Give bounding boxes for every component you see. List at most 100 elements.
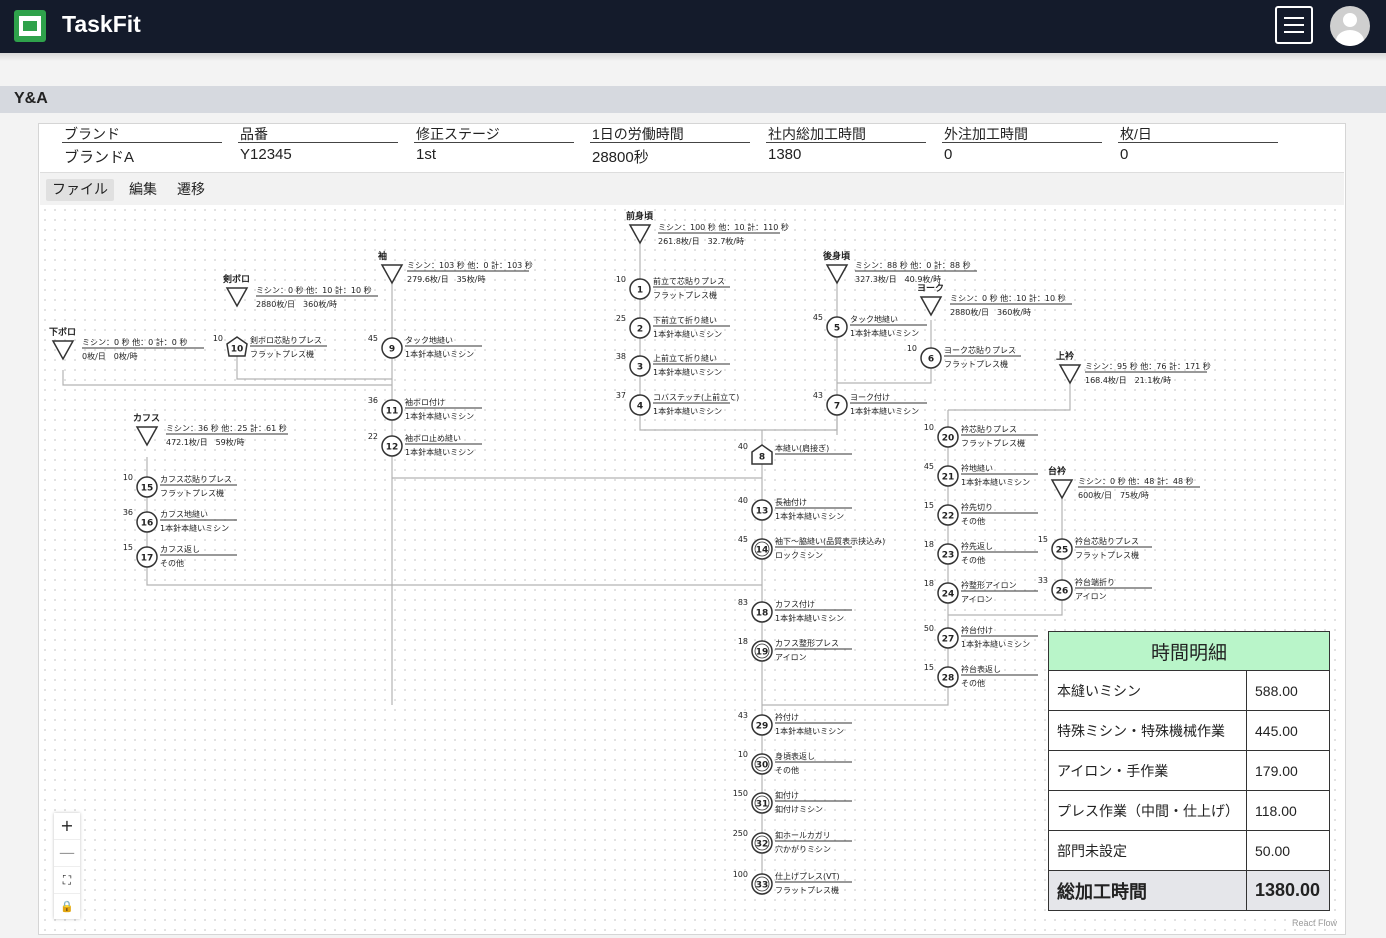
part-triangle-icon bbox=[225, 287, 249, 308]
operation-name: 衿台端折り bbox=[1075, 577, 1115, 587]
zoom-in-button[interactable]: + bbox=[54, 813, 80, 840]
operation-time: 43 bbox=[738, 711, 748, 720]
part-time-summary: ミシン：88 秒 他：0 計：88 秒 bbox=[855, 260, 971, 270]
operation-node[interactable]: 24 18 衿整形アイロンアイロン bbox=[924, 579, 1038, 604]
operation-name: 衿先切り bbox=[961, 502, 993, 512]
operation-time: 15 bbox=[1038, 535, 1048, 544]
part-node[interactable]: ヨークミシン：0 秒 他：10 計：10 秒 2880枚/日 360枚/時 bbox=[917, 283, 1072, 317]
operation-node[interactable]: 13 40 長袖付け 1本針本縫いミシン bbox=[738, 496, 852, 521]
row-value: 118.00 bbox=[1246, 790, 1330, 831]
operation-node[interactable]: 3 38 上前立て折り縫い 1本針本縫いミシン bbox=[616, 352, 730, 377]
part-node[interactable]: 剣ボロミシン：0 秒 他：10 計：10 秒 2880枚/日 360枚/時 bbox=[222, 273, 378, 309]
operation-node[interactable]: 4 37 コバステッチ(上前立て) 1本針本縫いミシン bbox=[616, 391, 739, 416]
operation-name: 衿芯貼りプレス bbox=[961, 424, 1017, 434]
operation-machine: 1本針本縫いミシン bbox=[160, 523, 229, 533]
operation-number: 4 bbox=[637, 402, 643, 412]
operation-name: 袖ボロ止め縫い bbox=[405, 433, 461, 443]
operation-machine: 1本針本縫いミシン bbox=[775, 726, 844, 736]
part-node[interactable]: 前身頃ミシン：100 秒 他：10 計：110 秒 261.8枚/日 32.7枚/… bbox=[626, 210, 789, 246]
part-node[interactable]: 下ボロミシン：0 秒 他：0 計：0 秒 0枚/日 0枚/時 bbox=[49, 326, 204, 361]
operation-machine: 1本針本縫いミシン bbox=[961, 477, 1030, 487]
operation-number: 26 bbox=[1056, 587, 1069, 597]
operation-node[interactable]: 5 45 タック地縫い 1本針本縫いミシン bbox=[813, 313, 927, 338]
part-triangle-icon bbox=[825, 264, 849, 285]
part-time-summary: ミシン：36 秒 他：25 計：61 秒 bbox=[166, 423, 287, 433]
react-flow-attribution[interactable]: React Flow bbox=[1292, 918, 1337, 928]
operation-node[interactable]: 28 15 衿台表返しその他 bbox=[924, 663, 1038, 688]
hamburger-menu-button[interactable] bbox=[1275, 6, 1313, 44]
operation-node[interactable]: 10 10 剣ボロ芯貼りプレスフラットプレス機 bbox=[213, 334, 327, 359]
operation-node[interactable]: 1 10 前立て芯貼りプレスフラットプレス機 bbox=[616, 275, 730, 300]
operation-node[interactable]: 15 10 カフス芯貼りプレスフラットプレス機 bbox=[123, 473, 237, 498]
operation-node[interactable]: 18 83 カフス付け 1本針本縫いミシン bbox=[738, 598, 852, 623]
operation-machine: その他 bbox=[961, 516, 985, 526]
zoom-out-button[interactable]: — bbox=[54, 840, 80, 867]
operation-time: 10 bbox=[738, 750, 748, 759]
table-row: アイロン・手作業 179.00 bbox=[1048, 750, 1330, 791]
operation-node[interactable]: 30 10 身頃表返しその他 bbox=[738, 750, 852, 775]
part-node[interactable]: 袖ミシン：103 秒 他：0 計：103 秒 279.6枚/日 35枚/時 bbox=[377, 250, 533, 285]
operation-node[interactable]: 25 15 衿台芯貼りプレスフラットプレス機 bbox=[1038, 535, 1152, 560]
operation-node[interactable]: 7 43 ヨーク付け 1本針本縫いミシン bbox=[813, 391, 927, 416]
operation-number: 28 bbox=[942, 674, 955, 684]
operation-node[interactable]: 33 100 仕上げプレス(VT) フラットプレス機 bbox=[733, 870, 852, 895]
operation-number: 7 bbox=[834, 402, 840, 412]
operation-time: 45 bbox=[924, 462, 934, 471]
app-name[interactable]: TaskFit bbox=[62, 11, 141, 38]
operation-time: 18 bbox=[924, 540, 934, 549]
operation-node[interactable]: 22 15 衿先切りその他 bbox=[924, 501, 1038, 526]
part-node[interactable]: 後身頃ミシン：88 秒 他：0 計：88 秒 327.3枚/日 40.9枚/時 bbox=[823, 250, 977, 285]
time-breakdown-title: 時間明細 bbox=[1048, 631, 1330, 671]
operation-node[interactable]: 23 18 衿先返しその他 bbox=[924, 540, 1038, 565]
operation-node[interactable]: 32 250 釦ホールカガリ穴かがりミシン bbox=[733, 829, 852, 854]
part-node[interactable]: 台衿ミシン：0 秒 他：48 計：48 秒 600枚/日 75枚/時 bbox=[1048, 465, 1200, 500]
menu-transition[interactable]: 遷移 bbox=[171, 179, 211, 201]
operation-name: ヨーク芯貼りプレス bbox=[944, 345, 1016, 355]
fit-view-icon[interactable]: ⛶ bbox=[54, 867, 80, 894]
part-node[interactable]: カフスミシン：36 秒 他：25 計：61 秒 472.1枚/日 59枚/時 bbox=[133, 413, 288, 447]
operation-machine: その他 bbox=[160, 558, 184, 568]
operation-node[interactable]: 2 25 下前立て折り縫い 1本針本縫いミシン bbox=[616, 314, 730, 339]
operation-machine: 1本針本縫いミシン bbox=[653, 329, 722, 339]
operation-machine: フラットプレス機 bbox=[961, 438, 1025, 448]
info-label: 修正ステージ bbox=[414, 126, 574, 143]
operation-time: 18 bbox=[924, 579, 934, 588]
row-label: アイロン・手作業 bbox=[1048, 750, 1247, 791]
operation-name: 釦付け bbox=[775, 790, 799, 800]
operation-node[interactable]: 26 33 衿台端折りアイロン bbox=[1038, 576, 1152, 601]
operation-node[interactable]: 20 10 衿芯貼りプレスフラットプレス機 bbox=[924, 423, 1038, 448]
operation-node[interactable]: 6 10 ヨーク芯貼りプレスフラットプレス機 bbox=[907, 344, 1021, 369]
part-name: カフス bbox=[133, 413, 160, 424]
operation-node[interactable]: 16 36 カフス地縫い 1本針本縫いミシン bbox=[123, 508, 237, 533]
operation-machine: ロックミシン bbox=[775, 551, 823, 560]
operation-node[interactable]: 19 18 カフス整形プレスアイロン bbox=[738, 637, 852, 662]
part-triangle-icon bbox=[380, 264, 404, 285]
navbar-shadow bbox=[0, 53, 1386, 61]
operation-node[interactable]: 8 40 本縫い(肩接ぎ) bbox=[738, 442, 852, 465]
operation-node[interactable]: 14 45 袖下〜脇縫い(品質表示挟込み) ロックミシン bbox=[738, 535, 885, 560]
operation-time: 100 bbox=[733, 870, 748, 879]
operation-time: 10 bbox=[123, 473, 133, 482]
operation-number: 1 bbox=[637, 286, 643, 296]
operation-number: 19 bbox=[756, 648, 769, 658]
app-logo-icon[interactable] bbox=[14, 10, 46, 42]
part-triangle-icon bbox=[51, 340, 75, 361]
operation-node[interactable]: 17 15 カフス返しその他 bbox=[123, 543, 237, 568]
lock-icon[interactable]: 🔒 bbox=[54, 894, 80, 920]
operation-node[interactable]: 29 43 衿付け 1本針本縫いミシン bbox=[738, 711, 852, 736]
part-node[interactable]: 上衿ミシン：95 秒 他：76 計：171 秒 168.4枚/日 21.1枚/時 bbox=[1056, 350, 1211, 385]
operation-node[interactable]: 21 45 衿地縫い 1本針本縫いミシン bbox=[924, 462, 1038, 487]
info-value: 1380 bbox=[768, 146, 802, 163]
operation-node[interactable]: 11 36 袖ボロ付け 1本針本縫いミシン bbox=[368, 396, 482, 421]
operation-name: カフス地縫い bbox=[160, 509, 208, 519]
operation-machine: 1本針本縫いミシン bbox=[775, 613, 844, 623]
menu-edit[interactable]: 編集 bbox=[123, 179, 163, 201]
operation-node[interactable]: 12 22 袖ボロ止め縫い 1本針本縫いミシン bbox=[368, 432, 482, 457]
operation-node[interactable]: 27 50 衿台付け 1本針本縫いミシン bbox=[924, 624, 1038, 649]
operation-name: カフス返し bbox=[160, 545, 200, 554]
operation-node[interactable]: 9 45 タック地縫い 1本針本縫いミシン bbox=[368, 334, 482, 359]
user-avatar-icon[interactable] bbox=[1330, 6, 1370, 46]
menu-bar: ファイル 編集 遷移 bbox=[40, 172, 1344, 206]
operation-node[interactable]: 31 150 釦付け釦付けミシン bbox=[733, 789, 852, 814]
menu-file[interactable]: ファイル bbox=[46, 179, 114, 201]
